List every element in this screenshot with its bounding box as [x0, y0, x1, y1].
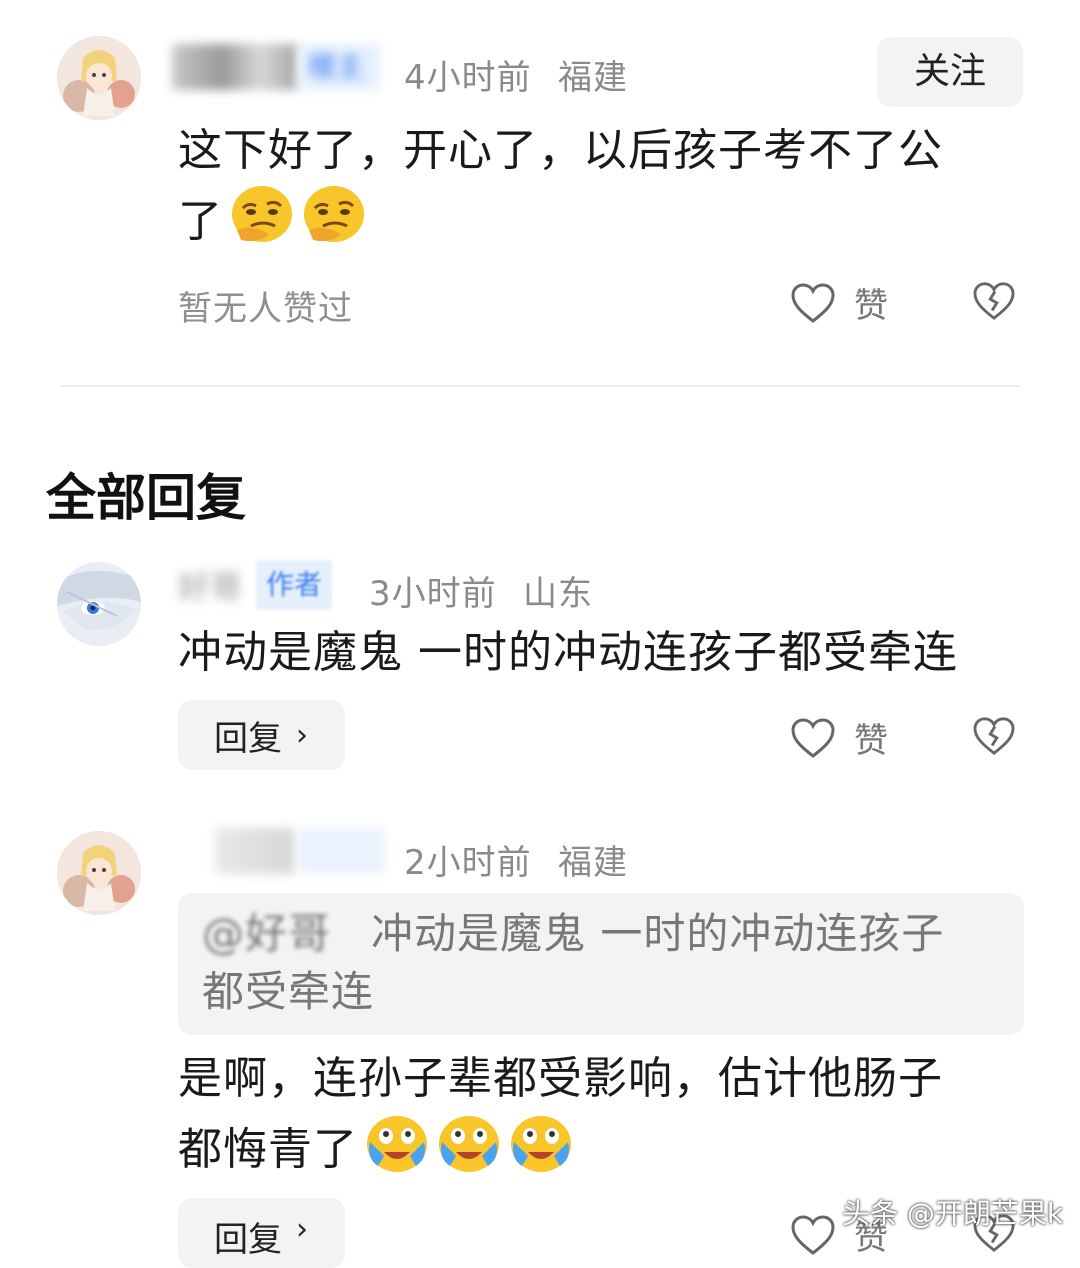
section-title: 全部回复 — [46, 469, 246, 527]
comment-text-fragment: 了 — [178, 196, 223, 247]
divider — [60, 385, 1021, 387]
chevron-right-icon: › — [296, 717, 308, 753]
reply-author: 好哥 作者 — [178, 560, 333, 610]
quote-line: 都受牵连 — [202, 967, 375, 1016]
author-name-masked: 楼主 — [172, 44, 380, 90]
heart-outline-icon — [791, 717, 835, 758]
likes-status: 暂无人赞过 — [178, 289, 353, 329]
broken-heart-icon — [973, 282, 1015, 320]
anime-avatar-image — [57, 36, 141, 120]
crying-laughing-emoji-icon — [508, 1112, 574, 1174]
reply-button[interactable]: 回复 › — [178, 700, 345, 770]
like-button[interactable]: 赞 — [790, 713, 888, 762]
anime-avatar-image — [57, 562, 141, 646]
comment-text-line: 了 — [178, 184, 1038, 255]
quote-mention: @好哥 — [202, 909, 332, 958]
comment-location: 山东 — [523, 574, 593, 614]
quote-line: @好哥 冲动是魔鬼 一时的冲动连孩子 — [202, 905, 1000, 963]
broken-heart-icon — [973, 717, 1015, 755]
like-label: 赞 — [854, 286, 888, 326]
comment-location: 福建 — [558, 843, 628, 883]
chevron-right-icon: › — [296, 1212, 308, 1247]
reply-label: 回复 — [214, 718, 282, 759]
reply-text: 是啊，连孙子辈都受影响，估计他肠子 都悔青了 — [178, 1046, 1058, 1183]
heart-outline-icon — [791, 1214, 835, 1255]
comment-time: 4小时前 — [404, 58, 532, 98]
dislike-button[interactable] — [972, 281, 1016, 321]
reply-text-fragment: 都悔青了 — [178, 1124, 358, 1175]
quoted-comment: @好哥 冲动是魔鬼 一时的冲动连孩子 都受牵连 — [178, 893, 1024, 1035]
watermark-text: 头条 @开朗芒果k — [842, 1197, 1064, 1230]
op-badge: 楼主 — [298, 44, 380, 90]
reply-text-line: 是啊，连孙子辈都受影响，估计他肠子 — [178, 1053, 943, 1104]
avatar[interactable] — [57, 562, 141, 646]
anime-avatar-image — [57, 831, 141, 915]
crying-laughing-emoji-icon — [436, 1112, 502, 1174]
heart-outline-icon — [791, 282, 835, 323]
reply-text: 冲动是魔鬼 一时的冲动连孩子都受牵连 — [178, 627, 958, 678]
smirk-emoji-icon — [301, 184, 367, 246]
comment-text: 这下好了，开心了，以后孩子考不了公 了 — [178, 118, 1038, 255]
smirk-emoji-icon — [229, 184, 295, 246]
like-button[interactable]: 赞 — [790, 278, 888, 327]
dislike-button[interactable] — [972, 716, 1016, 756]
quote-text-fragment: 冲动是魔鬼 一时的冲动连孩子 — [371, 909, 945, 958]
reply-button[interactable]: 回复 › — [178, 1198, 345, 1268]
avatar[interactable] — [57, 831, 141, 915]
follow-button[interactable]: 关注 — [877, 37, 1023, 107]
reply-author-name: 好哥 — [178, 568, 243, 606]
like-label: 赞 — [854, 721, 888, 761]
comment-text-line: 这下好了，开心了，以后孩子考不了公 — [178, 125, 943, 176]
author-badge: 作者 — [256, 560, 333, 610]
reply-label: 回复 — [214, 1220, 282, 1260]
follow-label: 关注 — [913, 51, 986, 92]
comment-location: 福建 — [558, 58, 628, 98]
comment-time: 3小时前 — [369, 574, 497, 614]
avatar[interactable] — [57, 36, 141, 120]
author-name-masked — [215, 828, 385, 874]
comment-time: 2小时前 — [404, 843, 532, 883]
reply-text-line: 都悔青了 — [178, 1112, 1058, 1183]
crying-laughing-emoji-icon — [364, 1112, 430, 1174]
